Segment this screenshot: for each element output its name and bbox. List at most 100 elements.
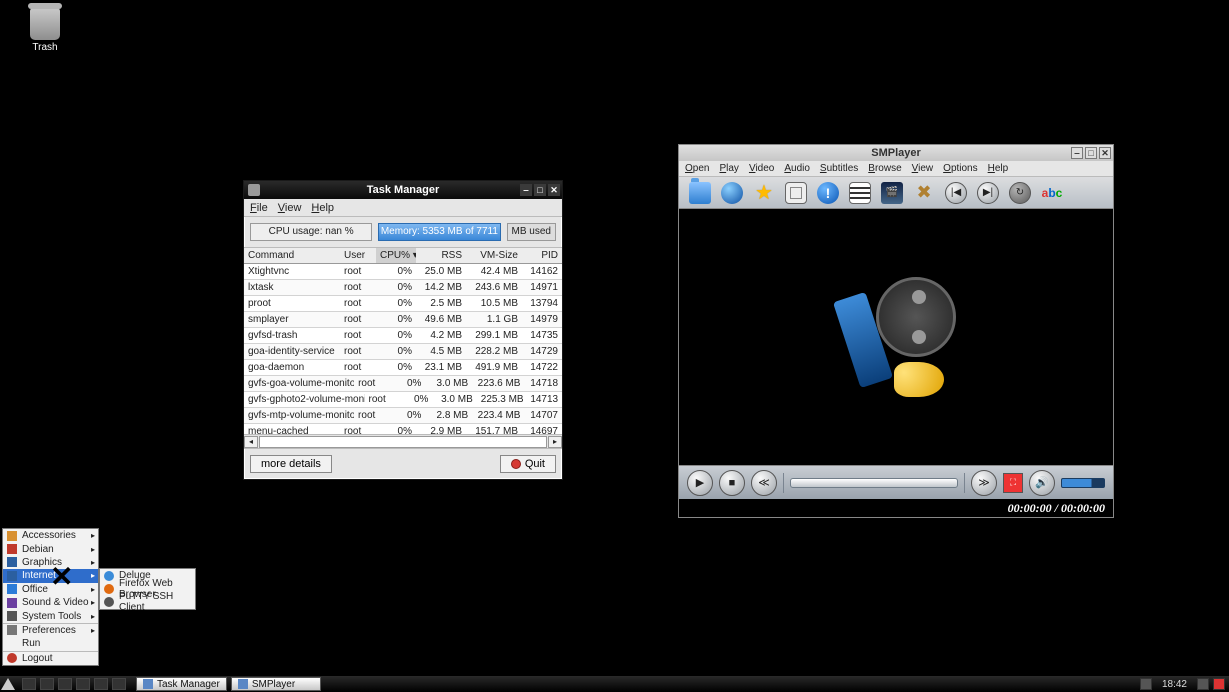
seek-slider[interactable]	[790, 478, 958, 488]
smp-maximize-button[interactable]: □	[1085, 147, 1097, 159]
close-button[interactable]: ✕	[548, 184, 560, 196]
taskbar-clock[interactable]: 18:42	[1156, 679, 1193, 690]
video-icon[interactable]: 🎬	[881, 182, 903, 204]
task-manager-titlebar[interactable]: Task Manager ‒ □ ✕	[244, 181, 562, 199]
process-row[interactable]: goa-daemonroot0%23.1 MB491.9 MB14722	[244, 360, 562, 376]
appmenu-item-logout[interactable]: Logout	[3, 652, 98, 665]
scroll-right-arrow-icon[interactable]: ▸	[548, 436, 562, 448]
smplayer-video-area[interactable]	[679, 209, 1113, 465]
rewind-button[interactable]: ≪	[751, 470, 777, 496]
process-row[interactable]: gvfs-goa-volume-monitorroot0%3.0 MB223.6…	[244, 376, 562, 392]
smp-menu-browse[interactable]: Browse	[868, 163, 901, 174]
volume-slider[interactable]	[1061, 478, 1105, 488]
open-url-icon[interactable]	[721, 182, 743, 204]
smp-menu-view[interactable]: View	[912, 163, 934, 174]
process-row[interactable]: goa-identity-serviceroot0%4.5 MB228.2 MB…	[244, 344, 562, 360]
appmenu-item-debian[interactable]: Debian▸	[3, 542, 98, 555]
th-cpu[interactable]: CPU% ▾	[376, 248, 416, 263]
launcher-icon[interactable]	[94, 678, 108, 690]
smp-menu-play[interactable]: Play	[719, 163, 738, 174]
system-tray: 18:42	[1136, 678, 1229, 690]
start-menu-button[interactable]	[0, 677, 16, 691]
smp-menu-audio[interactable]: Audio	[784, 163, 810, 174]
th-vmsize[interactable]: VM-Size	[466, 248, 522, 263]
preferences-icon[interactable]: ✖	[913, 182, 935, 204]
tray-icon[interactable]	[1197, 678, 1209, 690]
trash-label: Trash	[20, 42, 70, 53]
quick-launch	[16, 678, 132, 690]
process-row[interactable]: prootroot0%2.5 MB10.5 MB13794	[244, 296, 562, 312]
desktop-trash[interactable]: Trash	[20, 8, 70, 53]
appmenu-item-run[interactable]: Run	[3, 637, 98, 650]
smp-menu-subtitles[interactable]: Subtitles	[820, 163, 858, 174]
chevron-right-icon: ▸	[91, 598, 95, 607]
taskbar-task-smplayer[interactable]: SMPlayer	[231, 677, 321, 691]
next-track-icon[interactable]: ▶|	[977, 182, 999, 204]
launcher-icon[interactable]	[58, 678, 72, 690]
appmenu-item-graphics[interactable]: Graphics▸	[3, 556, 98, 569]
smplayer-window: SMPlayer ‒ □ ✕ Open Play Video Audio Sub…	[678, 144, 1114, 518]
tray-icon[interactable]	[1140, 678, 1152, 690]
process-row[interactable]: smplayerroot0%49.6 MB1.1 GB14979	[244, 312, 562, 328]
launcher-icon[interactable]	[112, 678, 126, 690]
taskbar: Task Manager SMPlayer 18:42	[0, 676, 1229, 692]
playlist-icon[interactable]	[849, 182, 871, 204]
process-row[interactable]: Xtightvncroot0%25.0 MB42.4 MB14162	[244, 264, 562, 280]
taskbar-task-taskmanager[interactable]: Task Manager	[136, 677, 227, 691]
fullscreen-button[interactable]: ⛶	[1003, 473, 1023, 493]
process-row[interactable]: lxtaskroot0%14.2 MB243.6 MB14971	[244, 280, 562, 296]
open-file-icon[interactable]	[689, 182, 711, 204]
appmenu-item-preferences[interactable]: Preferences▸	[3, 624, 98, 637]
repeat-icon[interactable]: ↻	[1009, 182, 1031, 204]
quit-button[interactable]: Quit	[500, 455, 556, 473]
play-button[interactable]: ▶	[687, 470, 713, 496]
task-manager-titlebar-icon	[248, 184, 260, 196]
smp-menu-open[interactable]: Open	[685, 163, 709, 174]
appmenu-item-office[interactable]: Office▸	[3, 583, 98, 596]
launcher-icon[interactable]	[22, 678, 36, 690]
th-rss[interactable]: RSS	[416, 248, 466, 263]
appmenu-item-sound-video[interactable]: Sound & Video▸	[3, 596, 98, 609]
smp-close-button[interactable]: ✕	[1099, 147, 1111, 159]
process-row[interactable]: gvfs-gphoto2-volume-monitorroot0%3.0 MB2…	[244, 392, 562, 408]
appmenu-item-internet[interactable]: Internet▸	[3, 569, 98, 582]
screenshot-icon[interactable]	[785, 182, 807, 204]
scroll-track[interactable]	[259, 436, 547, 448]
process-table-body[interactable]: Xtightvncroot0%25.0 MB42.4 MB14162lxtask…	[244, 264, 562, 434]
scroll-left-arrow-icon[interactable]: ◂	[244, 436, 258, 448]
favorites-icon[interactable]: ★	[753, 182, 775, 204]
stop-button[interactable]: ■	[719, 470, 745, 496]
process-row[interactable]: menu-cachedroot0%2.9 MB151.7 MB14697	[244, 424, 562, 434]
tray-power-icon[interactable]	[1213, 678, 1225, 690]
smp-minimize-button[interactable]: ‒	[1071, 147, 1083, 159]
th-user[interactable]: User	[340, 248, 376, 263]
maximize-button[interactable]: □	[534, 184, 546, 196]
appmenu-item-accessories[interactable]: Accessories▸	[3, 529, 98, 542]
menu-item-icon	[104, 584, 114, 594]
more-details-button[interactable]: more details	[250, 455, 332, 473]
process-row[interactable]: gvfsd-trashroot0%4.2 MB299.1 MB14735	[244, 328, 562, 344]
prev-track-icon[interactable]: |◀	[945, 182, 967, 204]
mute-button[interactable]: 🔊	[1029, 470, 1055, 496]
task-label: SMPlayer	[252, 679, 295, 690]
info-icon[interactable]: !	[817, 182, 839, 204]
th-pid[interactable]: PID	[522, 248, 562, 263]
smp-menu-video[interactable]: Video	[749, 163, 774, 174]
smp-menu-help[interactable]: Help	[988, 163, 1009, 174]
launcher-icon[interactable]	[40, 678, 54, 690]
smp-menu-options[interactable]: Options	[943, 163, 977, 174]
th-command[interactable]: Command	[244, 248, 340, 263]
smplayer-titlebar[interactable]: SMPlayer ‒ □ ✕	[679, 145, 1113, 161]
appmenu-item-system-tools[interactable]: System Tools▸	[3, 609, 98, 622]
horizontal-scrollbar[interactable]: ◂ ▸	[244, 434, 562, 448]
subtitle-search-icon[interactable]: abc	[1041, 182, 1063, 204]
process-row[interactable]: gvfs-mtp-volume-monitorroot0%2.8 MB223.4…	[244, 408, 562, 424]
forward-button[interactable]: ≫	[971, 470, 997, 496]
separator	[964, 473, 965, 493]
launcher-icon[interactable]	[76, 678, 90, 690]
minimize-button[interactable]: ‒	[520, 184, 532, 196]
submenu-item-putty-ssh-client[interactable]: PuTTY SSH Client	[100, 596, 195, 609]
menu-help[interactable]: Help	[311, 202, 334, 214]
menu-file[interactable]: File	[250, 202, 268, 214]
menu-view[interactable]: View	[278, 202, 302, 214]
